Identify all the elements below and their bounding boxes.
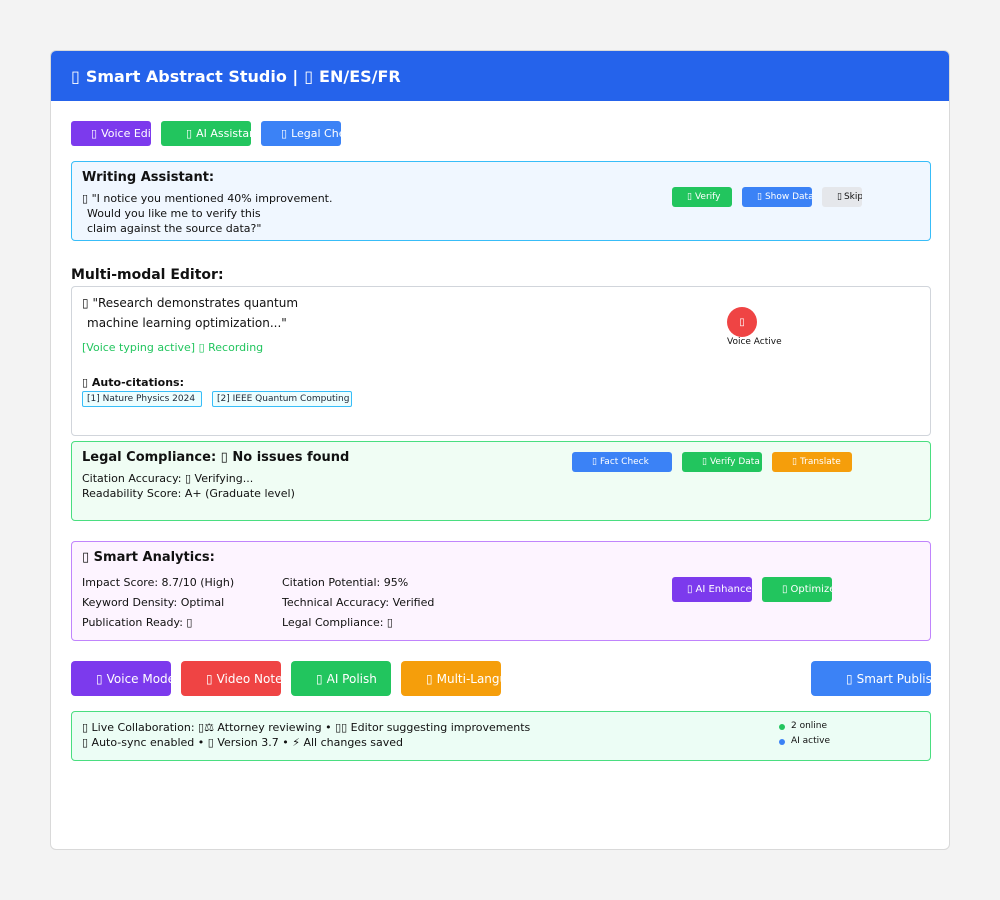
smart-publish-button[interactable]: ▯ Smart Publish	[811, 661, 931, 696]
online-count: 2 online	[791, 721, 828, 731]
collaboration-status: ▯ Live Collaboration: ▯⚖ Attorney review…	[82, 721, 531, 734]
multimodal-editor[interactable]: ▯ "Research demonstrates quantum machine…	[71, 286, 931, 436]
scale-icon: ▯	[281, 127, 288, 140]
microphone-icon: ▯	[82, 296, 89, 310]
citation-accuracy: Citation Accuracy: ▯ Verifying...	[82, 472, 254, 485]
microphone-icon: ▯	[96, 671, 103, 686]
legal-compliance-panel: Legal Compliance: ▯ No issues found Cita…	[71, 441, 931, 521]
citation-chip[interactable]: [1] Nature Physics 2024	[82, 391, 202, 407]
live-collaboration-panel: ▯ Live Collaboration: ▯⚖ Attorney review…	[71, 711, 931, 761]
check-icon: ▯	[687, 192, 692, 202]
robot-icon: ▯	[186, 127, 193, 140]
ai-polish-button[interactable]: ▯ AI Polish	[291, 661, 391, 696]
app-window: ▯ Smart Abstract Studio | ▯ EN/ES/FR ▯ V…	[50, 50, 950, 850]
readability-score: Readability Score: A+ (Graduate level)	[82, 487, 295, 500]
auto-citations-title: ▯ Auto-citations:	[82, 376, 184, 389]
voice-edit-button[interactable]: ▯ Voice Edit	[71, 121, 151, 146]
legal-check-button[interactable]: ▯ Legal Check	[261, 121, 341, 146]
citation-potential: Citation Potential: 95%	[282, 576, 409, 589]
technical-accuracy: Technical Accuracy: Verified	[282, 596, 435, 609]
video-icon: ▯	[206, 671, 213, 686]
editor-heading: Multi-modal Editor:	[71, 267, 224, 283]
fact-check-button[interactable]: ▯ Fact Check	[572, 452, 672, 472]
sparkle-icon: ▯	[687, 584, 693, 595]
app-title: Smart Abstract Studio |	[85, 66, 299, 86]
video-notes-button[interactable]: ▯ Video Notes	[181, 661, 281, 696]
show-data-button[interactable]: ▯ Show Data	[742, 187, 812, 207]
translate-button[interactable]: ▯ Translate	[772, 452, 852, 472]
skip-button[interactable]: ▯ Skip	[822, 187, 862, 207]
language-icon: ▯	[304, 66, 314, 86]
book-icon: ▯	[82, 376, 89, 389]
rocket-icon: ▯	[782, 584, 788, 595]
voice-mode-button[interactable]: ▯ Voice Mode	[71, 661, 171, 696]
online-dot-icon	[779, 724, 785, 730]
citation-chip[interactable]: [2] IEEE Quantum Computing	[212, 391, 352, 407]
verify-button[interactable]: ▯ Verify	[672, 187, 732, 207]
skip-icon: ▯	[837, 192, 842, 202]
assistant-icon: ▯	[82, 192, 89, 205]
editor-text[interactable]: ▯ "Research demonstrates quantum machine…	[82, 293, 298, 333]
keyword-density: Keyword Density: Optimal	[82, 596, 225, 609]
search-icon: ▯	[592, 457, 597, 467]
check-icon: ▯	[702, 457, 707, 467]
send-icon: ▯	[846, 671, 853, 686]
writing-assistant-panel: Writing Assistant: ▯ "I notice you menti…	[71, 161, 931, 241]
ai-active-status: AI active	[791, 736, 831, 746]
voice-typing-status: [Voice typing active] ▯ Recording	[82, 341, 264, 354]
voice-active-label: Voice Active	[727, 337, 782, 347]
optimize-button[interactable]: ▯ Optimize	[762, 577, 832, 602]
globe-icon: ▯	[426, 671, 433, 686]
publication-ready: Publication Ready: ▯	[82, 616, 193, 629]
assistant-message: ▯ "I notice you mentioned 40% improvemen…	[82, 192, 333, 235]
microphone-icon: ▯	[739, 316, 745, 328]
impact-score: Impact Score: 8.7/10 (High)	[82, 576, 235, 589]
legal-compliance-title: Legal Compliance: ▯ No issues found	[82, 450, 350, 465]
ai-status-dot-icon	[779, 739, 785, 745]
ai-assistant-button[interactable]: ▯ AI Assistant	[161, 121, 251, 146]
microphone-icon: ▯	[91, 127, 98, 140]
language-list[interactable]: EN/ES/FR	[319, 67, 401, 86]
verify-data-button[interactable]: ▯ Verify Data	[682, 452, 762, 472]
app-logo-icon: ▯	[71, 66, 80, 86]
globe-icon: ▯	[792, 457, 797, 467]
chart-icon: ▯	[757, 192, 762, 202]
multi-language-button[interactable]: ▯ Multi-Language	[401, 661, 501, 696]
app-header: ▯ Smart Abstract Studio | ▯ EN/ES/FR	[51, 51, 949, 101]
writing-assistant-title: Writing Assistant:	[82, 170, 215, 185]
legal-compliance-status: Legal Compliance: ▯	[282, 616, 393, 629]
ai-enhance-button[interactable]: ▯ AI Enhance	[672, 577, 752, 602]
smart-analytics-panel: ▯ Smart Analytics: Impact Score: 8.7/10 …	[71, 541, 931, 641]
robot-icon: ▯	[316, 671, 323, 686]
voice-recording-button[interactable]: ▯	[727, 307, 757, 337]
smart-analytics-title: ▯ Smart Analytics:	[82, 550, 215, 565]
sync-status: ▯ Auto-sync enabled • ▯ Version 3.7 • ⚡ …	[82, 736, 404, 749]
